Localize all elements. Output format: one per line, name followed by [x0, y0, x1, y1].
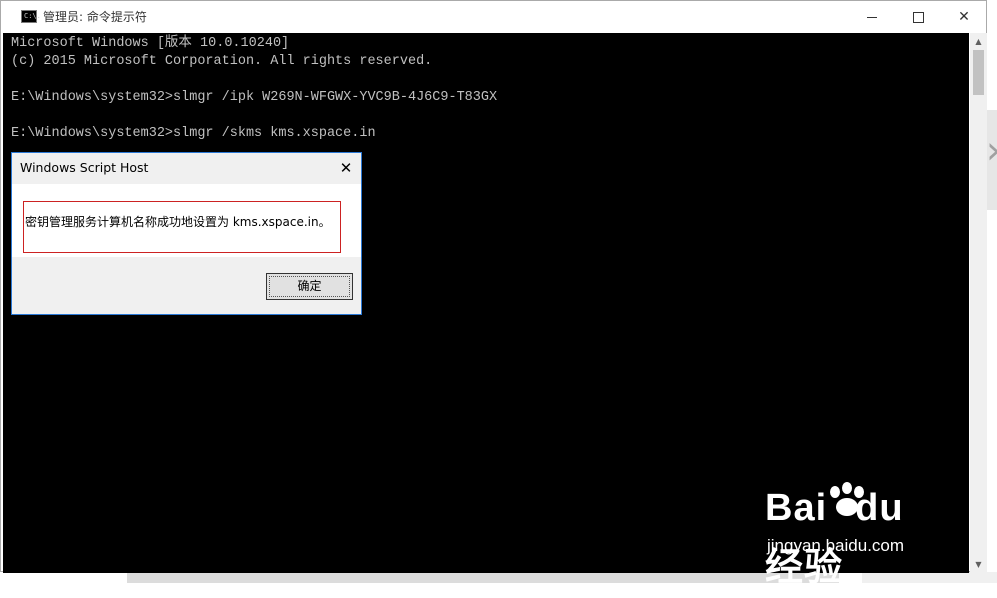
- console-line: E:\Windows\system32>slmgr /skms kms.xspa…: [11, 126, 376, 141]
- scroll-down-icon[interactable]: ▼: [970, 556, 987, 573]
- minimize-icon: [867, 17, 877, 18]
- close-button[interactable]: ✕: [941, 1, 987, 33]
- vertical-scrollbar[interactable]: ▲ ▼: [970, 33, 987, 573]
- scroll-up-icon[interactable]: ▲: [970, 33, 987, 50]
- dialog-close-icon[interactable]: ✕: [334, 157, 358, 179]
- window-title: 管理员: 命令提示符: [43, 10, 147, 24]
- background-bar: [127, 572, 839, 583]
- close-icon: ✕: [958, 9, 970, 25]
- scrollbar-thumb[interactable]: [973, 50, 984, 95]
- console-line: (c) 2015 Microsoft Corporation. All righ…: [11, 54, 433, 69]
- watermark-url: jingyan.baidu.com: [767, 536, 905, 555]
- dialog-title: Windows Script Host: [20, 160, 149, 175]
- maximize-button[interactable]: [895, 1, 941, 33]
- dialog-message: 密钥管理服务计算机名称成功地设置为 kms.xspace.in。: [25, 215, 331, 229]
- background-bar: [862, 572, 997, 583]
- console-line: Microsoft Windows [版本 10.0.10240]: [11, 36, 290, 51]
- background-chevron-icon: ›: [986, 130, 997, 170]
- paw-icon: [830, 482, 864, 516]
- minimize-button[interactable]: [849, 1, 895, 33]
- ok-button[interactable]: 确定: [266, 273, 353, 300]
- title-bar[interactable]: C:\. 管理员: 命令提示符 ✕: [1, 1, 986, 33]
- console-line: E:\Windows\system32>slmgr /ipk W269N-WFG…: [11, 90, 498, 105]
- maximize-icon: [913, 12, 924, 23]
- console-text: Microsoft Windows [版本 10.0.10240] (c) 201…: [11, 35, 497, 143]
- script-host-dialog: Windows Script Host ✕ 密钥管理服务计算机名称成功地设置为 …: [11, 152, 362, 315]
- cmd-icon[interactable]: C:\.: [21, 10, 41, 23]
